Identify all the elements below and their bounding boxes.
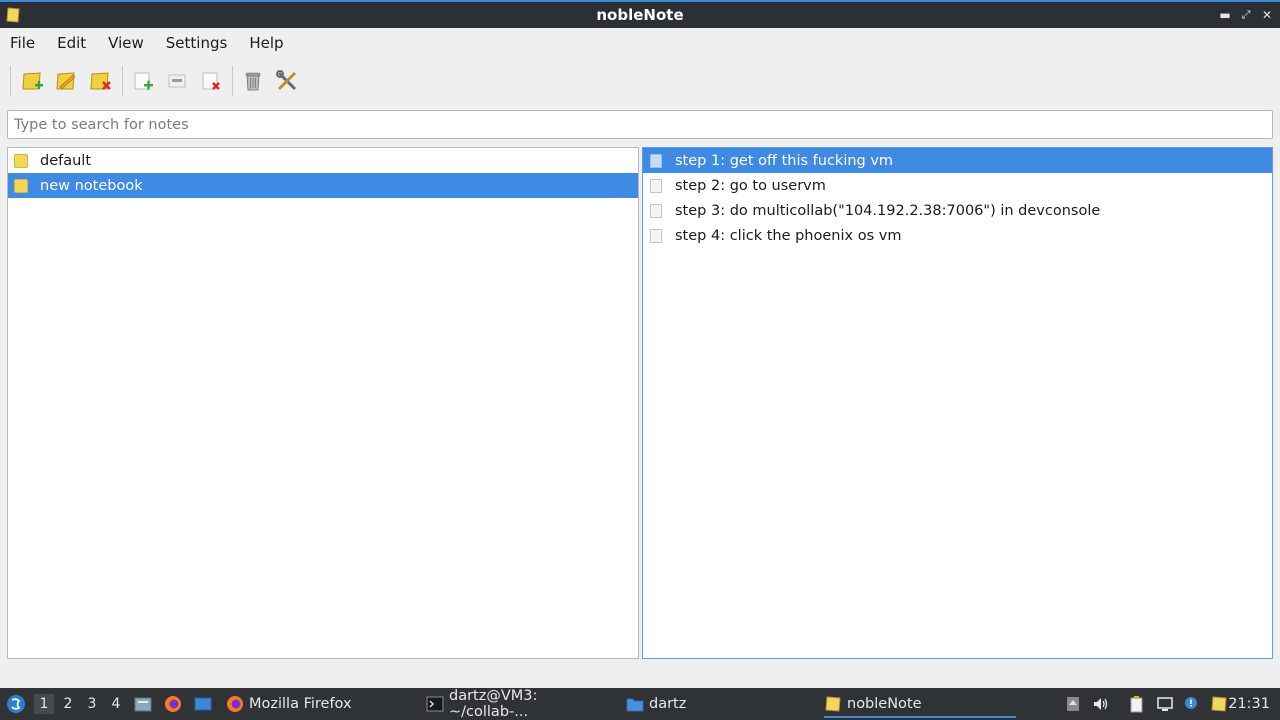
toolbar-separator (10, 66, 11, 96)
folder-icon (14, 153, 28, 168)
file-manager-launcher-icon[interactable] (134, 695, 152, 713)
volume-icon[interactable] (1092, 695, 1110, 713)
note-list: step 1: get off this fucking vm step 2: … (642, 147, 1273, 659)
delete-notebook-icon[interactable] (88, 68, 114, 94)
note-item[interactable]: step 1: get off this fucking vm (643, 148, 1272, 173)
start-menu-icon[interactable] (6, 694, 26, 714)
rename-note-icon[interactable] (164, 68, 190, 94)
search-input[interactable] (7, 110, 1273, 139)
rename-notebook-icon[interactable] (54, 68, 80, 94)
note-item[interactable]: step 2: go to uservm (643, 173, 1272, 198)
menu-bar: File Edit View Settings Help (0, 28, 1280, 58)
tray-eject-icon[interactable] (1064, 695, 1082, 713)
task-terminal[interactable]: dartz@VM3: ~/collab-... (426, 688, 621, 720)
delete-note-icon[interactable] (198, 68, 224, 94)
noblenote-tray-icon[interactable] (1210, 695, 1228, 713)
desktop-switch-2[interactable]: 2 (58, 694, 78, 714)
new-note-icon[interactable] (130, 68, 156, 94)
note-icon (650, 203, 662, 218)
notebook-label: default (40, 152, 92, 169)
note-label: step 4: click the phoenix os vm (675, 227, 902, 244)
task-label: Mozilla Firefox (249, 696, 352, 712)
task-dartz-folder[interactable]: dartz (626, 688, 816, 720)
window-title: nobleNote (596, 6, 684, 24)
terminal-icon (426, 696, 444, 712)
notebook-label: new notebook (40, 177, 143, 194)
note-icon (650, 228, 662, 243)
firefox-launcher-icon[interactable] (164, 695, 182, 713)
note-icon (650, 153, 662, 168)
desktop-switch-4[interactable]: 4 (106, 694, 126, 714)
note-item[interactable]: step 4: click the phoenix os vm (643, 223, 1272, 248)
notebook-list: default new notebook (7, 147, 639, 659)
taskbar: 1 2 3 4 Mozilla Firefox dartz@VM3: ~/col… (0, 688, 1280, 720)
update-notifier-icon[interactable] (1182, 695, 1200, 713)
trash-icon[interactable] (240, 68, 266, 94)
notebook-item-default[interactable]: default (8, 148, 638, 173)
desktop-switch-3[interactable]: 3 (82, 694, 102, 714)
noblenote-window: nobleNote ▬ ⤢ ✕ File Edit View Settings … (0, 0, 1280, 720)
menu-file[interactable]: File (10, 34, 35, 52)
task-noblenote[interactable]: nobleNote (824, 688, 1016, 720)
note-label: step 3: do multicollab("104.192.2.38:700… (675, 202, 1101, 219)
note-item[interactable]: step 3: do multicollab("104.192.2.38:700… (643, 198, 1272, 223)
show-desktop-icon[interactable] (194, 695, 212, 713)
task-label: dartz@VM3: ~/collab-... (449, 688, 538, 720)
restore-icon[interactable]: ⤢ (1237, 6, 1255, 24)
task-mozilla-firefox[interactable]: Mozilla Firefox (226, 688, 416, 720)
network-icon[interactable] (1156, 695, 1174, 713)
note-icon (650, 178, 662, 193)
folder-icon (626, 698, 644, 712)
menu-view[interactable]: View (108, 34, 144, 52)
note-label: step 1: get off this fucking vm (675, 152, 894, 169)
notebook-item-new-notebook[interactable]: new notebook (8, 173, 638, 198)
task-label: dartz (649, 696, 687, 712)
minimize-icon[interactable]: ▬ (1216, 6, 1234, 24)
toolbar-separator (232, 66, 233, 96)
noblenote-icon (825, 696, 841, 712)
firefox-icon (227, 696, 243, 712)
menu-settings[interactable]: Settings (166, 34, 228, 52)
task-label: nobleNote (847, 696, 922, 712)
toolbar (0, 60, 1280, 102)
desktop-switch-1[interactable]: 1 (34, 694, 54, 714)
toolbar-separator (122, 66, 123, 96)
note-label: step 2: go to uservm (675, 177, 826, 194)
settings-tools-icon[interactable] (274, 68, 300, 94)
close-icon[interactable]: ✕ (1258, 6, 1276, 24)
clipboard-icon[interactable] (1128, 695, 1146, 713)
menu-help[interactable]: Help (249, 34, 283, 52)
menu-edit[interactable]: Edit (57, 34, 86, 52)
folder-icon (14, 178, 28, 193)
clock[interactable]: 21:31 (1228, 688, 1270, 720)
title-bar[interactable]: nobleNote ▬ ⤢ ✕ (0, 0, 1280, 28)
new-notebook-icon[interactable] (20, 68, 46, 94)
